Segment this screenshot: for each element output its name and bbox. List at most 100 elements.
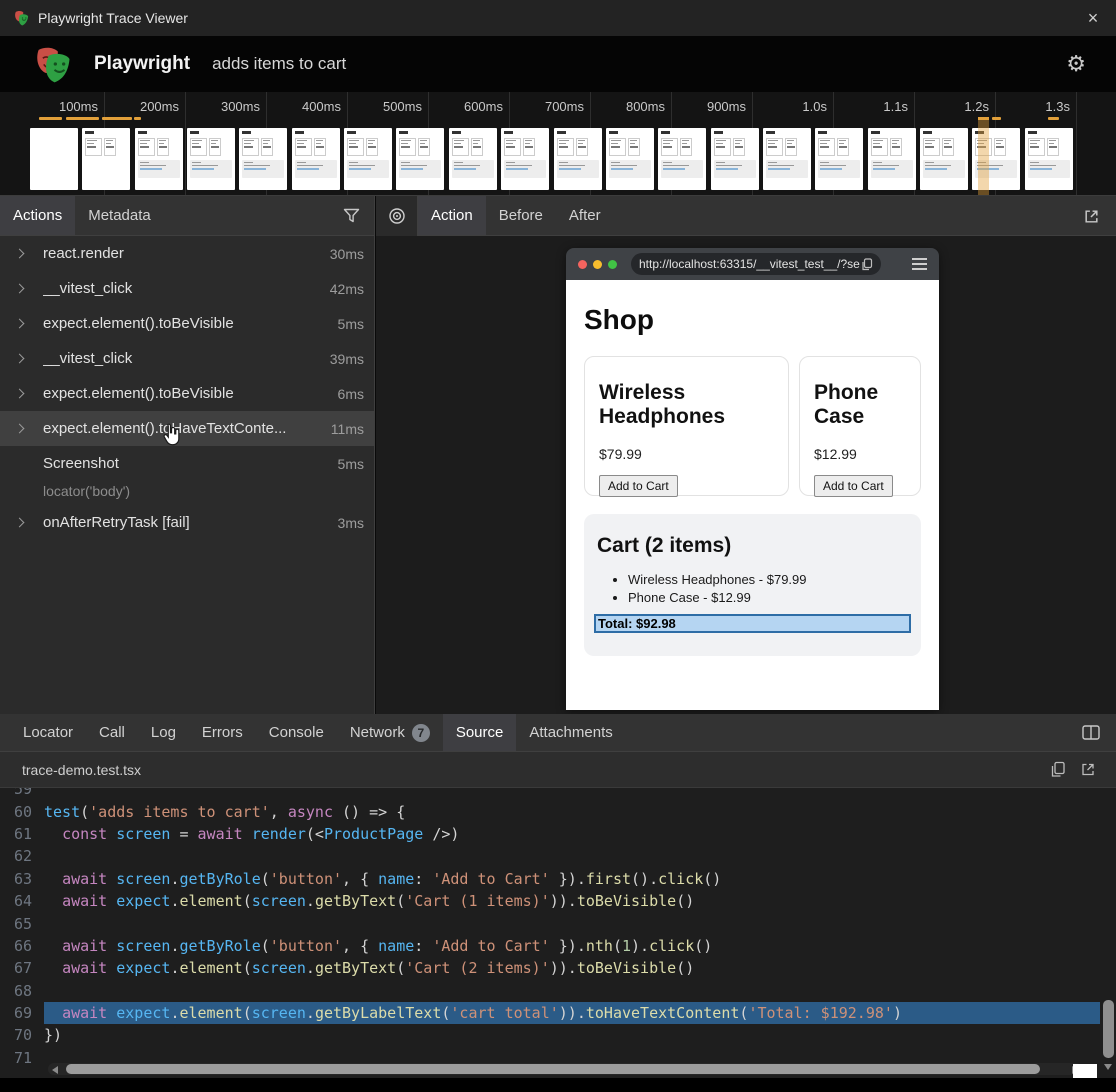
source-file-bar: trace-demo.test.tsx (0, 752, 1116, 788)
action-name: expect.element().toBeVisible (43, 315, 332, 332)
film-strip-thumbnail[interactable] (763, 128, 811, 190)
cart-section: Cart (2 items) Wireless Headphones - $79… (584, 514, 921, 656)
code-text (44, 980, 1100, 1002)
snapshot-url: http://localhost:63315/__vitest_test__/?… (639, 257, 861, 271)
gear-icon[interactable]: ⚙ (1066, 52, 1086, 76)
close-icon[interactable]: × (1082, 7, 1104, 29)
timeline-gridline (185, 92, 186, 195)
film-strip-thumbnail[interactable] (187, 128, 235, 190)
open-source-external-icon[interactable] (1080, 761, 1096, 778)
add-to-cart-button[interactable]: Add to Cart (599, 475, 678, 497)
film-strip-thumbnail[interactable] (396, 128, 444, 190)
film-strip-thumbnail[interactable] (292, 128, 340, 190)
code-text: await expect.element(screen.getByText('C… (44, 890, 1100, 912)
window-titlebar: Playwright Trace Viewer × (0, 0, 1116, 36)
tab-metadata[interactable]: Metadata (75, 196, 164, 235)
action-duration-bar (992, 117, 1001, 120)
film-strip-thumbnail[interactable] (30, 128, 78, 190)
tab-actions[interactable]: Actions (0, 196, 75, 235)
action-row[interactable]: expect.element().toBeVisible5ms (0, 306, 374, 341)
tab-after[interactable]: After (556, 196, 614, 235)
open-snapshot-external-icon[interactable] (1074, 196, 1108, 236)
code-text (44, 788, 1100, 800)
code-line: 66 await screen.getByRole('button', { na… (0, 935, 1100, 957)
action-row[interactable]: expect.element().toBeVisible6ms (0, 376, 374, 411)
product-name: Phone Case (814, 381, 906, 429)
tab-before[interactable]: Before (486, 196, 556, 235)
film-strip-thumbnail[interactable] (1025, 128, 1073, 190)
action-duration: 5ms (332, 316, 374, 332)
product-card: Phone Case $12.99 Add to Cart (799, 356, 921, 496)
film-strip-thumbnail[interactable] (920, 128, 968, 190)
action-row[interactable]: __vitest_click42ms (0, 271, 374, 306)
tab-log[interactable]: Log (138, 714, 189, 751)
product-name: Wireless Headphones (599, 381, 774, 429)
pick-locator-icon[interactable] (376, 196, 418, 236)
traffic-light-red-icon (578, 260, 587, 269)
film-strip-thumbnail[interactable] (501, 128, 549, 190)
copy-source-icon[interactable] (1050, 761, 1066, 778)
browser-menu-icon[interactable] (912, 258, 927, 270)
product-price: $12.99 (814, 446, 906, 462)
add-to-cart-button[interactable]: Add to Cart (814, 475, 893, 497)
playwright-masks-icon (12, 9, 30, 27)
film-strip-thumbnail[interactable] (82, 128, 130, 190)
action-duration: 39ms (324, 351, 374, 367)
action-row[interactable]: __vitest_click39ms (0, 341, 374, 376)
footer-strip (0, 1078, 1116, 1092)
tab-network[interactable]: Network7 (337, 714, 443, 751)
timeline-tick-label: 1.0s (757, 99, 827, 114)
film-strip-thumbnail[interactable] (815, 128, 863, 190)
action-locator: locator('body') (0, 481, 374, 505)
action-row[interactable]: onAfterRetryTask [fail]3ms (0, 505, 374, 540)
action-duration-bar (134, 117, 141, 120)
source-file-name: trace-demo.test.tsx (22, 762, 141, 778)
filter-icon[interactable] (334, 196, 368, 236)
film-strip-thumbnail[interactable] (449, 128, 497, 190)
tab-call[interactable]: Call (86, 714, 138, 751)
chevron-right-icon[interactable] (16, 425, 36, 432)
horizontal-scrollbar[interactable] (66, 1064, 1040, 1074)
timeline-tick-label: 800ms (595, 99, 665, 114)
address-bar: http://localhost:63315/__vitest_test__/?… (631, 253, 881, 275)
film-strip-thumbnail[interactable] (554, 128, 602, 190)
copy-url-icon[interactable] (861, 258, 873, 271)
tab-action[interactable]: Action (418, 196, 486, 235)
vertical-scrollbar[interactable] (1103, 1000, 1114, 1058)
chevron-right-icon[interactable] (16, 320, 36, 327)
chevron-right-icon[interactable] (16, 250, 36, 257)
film-strip-thumbnail[interactable] (239, 128, 287, 190)
chevron-right-icon[interactable] (16, 519, 36, 526)
film-strip-thumbnail[interactable] (711, 128, 759, 190)
action-row[interactable]: react.render30ms (0, 236, 374, 271)
timeline-selection-band[interactable] (978, 117, 989, 195)
timeline-strip[interactable]: 100ms200ms300ms400ms500ms600ms700ms800ms… (0, 92, 1116, 196)
line-number: 67 (0, 959, 44, 977)
chevron-right-icon[interactable] (16, 285, 36, 292)
scroll-down-arrow-icon[interactable] (1104, 1064, 1112, 1070)
line-number: 68 (0, 982, 44, 1000)
timeline-tick-label: 600ms (433, 99, 503, 114)
tab-locator[interactable]: Locator (10, 714, 86, 751)
main-split: ActionsMetadata react.render30ms__vitest… (0, 196, 1116, 714)
action-duration: 30ms (324, 246, 374, 262)
window-title: Playwright Trace Viewer (38, 10, 188, 26)
tab-attachments[interactable]: Attachments (516, 714, 625, 751)
chevron-right-icon[interactable] (16, 390, 36, 397)
action-name: react.render (43, 245, 324, 262)
tab-source[interactable]: Source (443, 714, 517, 751)
film-strip-thumbnail[interactable] (868, 128, 916, 190)
shop-heading: Shop (584, 304, 654, 336)
action-row[interactable]: Screenshot5ms (0, 446, 374, 481)
tab-console[interactable]: Console (256, 714, 337, 751)
scroll-left-arrow-icon[interactable] (52, 1066, 58, 1074)
chevron-right-icon[interactable] (16, 355, 36, 362)
tab-errors[interactable]: Errors (189, 714, 256, 751)
source-code-view: 5960test('adds items to cart', async () … (0, 788, 1116, 1078)
film-strip-thumbnail[interactable] (135, 128, 183, 190)
action-row[interactable]: expect.element().toHaveTextConte...11ms (0, 411, 374, 446)
film-strip-thumbnail[interactable] (606, 128, 654, 190)
split-panel-icon[interactable] (1082, 725, 1100, 740)
film-strip-thumbnail[interactable] (658, 128, 706, 190)
film-strip-thumbnail[interactable] (344, 128, 392, 190)
